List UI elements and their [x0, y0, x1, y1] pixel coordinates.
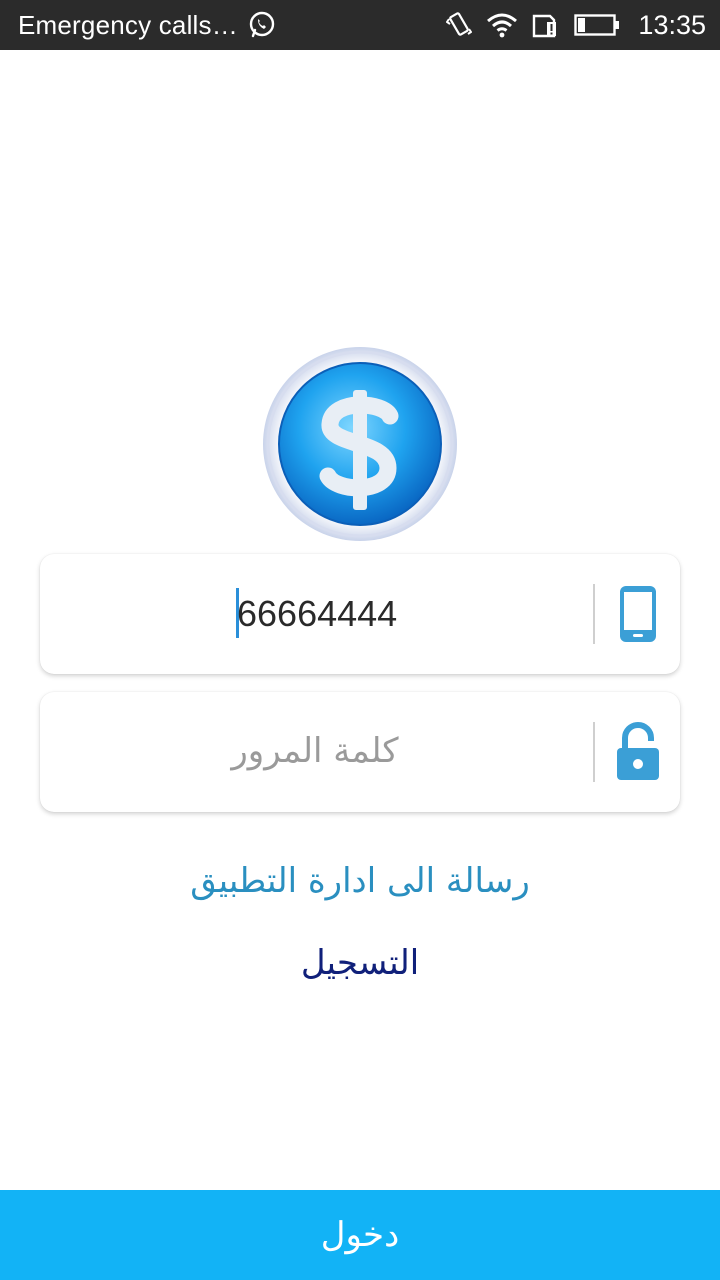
phone-value[interactable]: 66664444: [237, 592, 397, 636]
vibrate-icon: [446, 11, 473, 39]
password-input[interactable]: كلمة المرور: [40, 692, 680, 812]
sim-alert-icon: [532, 12, 560, 38]
whatsapp-icon: [248, 11, 276, 39]
mobile-phone-icon: [612, 582, 664, 646]
status-bar: Emergency calls… 13:35: [0, 0, 720, 50]
unlock-icon: [612, 720, 664, 784]
login-button[interactable]: دخول: [0, 1190, 720, 1280]
login-screen: Emergency calls… 13:35 66664444 كلمة الم…: [0, 0, 720, 1280]
battery-icon: [574, 13, 620, 37]
status-bar-left: Emergency calls…: [18, 10, 276, 41]
clock-time: 13:35: [638, 9, 706, 40]
wifi-icon: [486, 12, 518, 38]
app-logo: [262, 346, 458, 542]
contact-admin-link[interactable]: رسالة الى ادارة التطبيق: [0, 856, 720, 906]
carrier-text: Emergency calls…: [18, 9, 238, 40]
password-placeholder[interactable]: كلمة المرور: [40, 726, 590, 776]
status-bar-right: 13:35: [446, 10, 706, 41]
phone-input[interactable]: 66664444: [40, 554, 680, 674]
field-divider: [593, 722, 595, 782]
dollar-coin-icon: [263, 347, 457, 541]
register-link[interactable]: التسجيل: [0, 936, 720, 990]
field-divider: [593, 584, 595, 644]
